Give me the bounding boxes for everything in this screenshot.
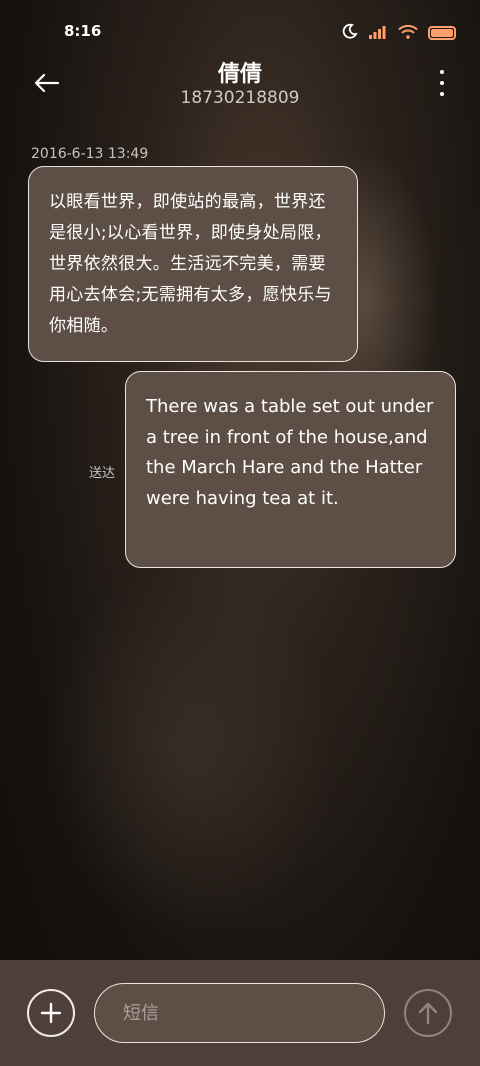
wifi-icon [398, 24, 418, 43]
status-icons [342, 23, 456, 43]
plus-icon [40, 1002, 62, 1024]
outgoing-message-bubble[interactable]: There was a table set out under a tree i… [125, 371, 456, 568]
send-arrow-up-icon [418, 1002, 438, 1025]
signal-icon [368, 24, 388, 43]
contact-name: 倩倩 [217, 62, 262, 87]
message-text: There was a table set out under a tree i… [146, 396, 434, 509]
incoming-message-bubble[interactable]: 以眼看世界，即使站的最高，世界还是很小;以心看世界，即使身处局限，世界依然很大。… [28, 166, 358, 362]
message-timestamp: 2016-6-13 13:49 [31, 146, 149, 162]
send-button[interactable] [404, 989, 452, 1037]
more-vertical-icon [440, 70, 444, 74]
message-input[interactable] [121, 984, 365, 1042]
background-highlight [40, 560, 340, 940]
add-attachment-button[interactable] [27, 989, 75, 1037]
battery-icon [428, 26, 456, 40]
conversation-header: 倩倩 18730218809 [0, 56, 480, 116]
composer-bar [0, 960, 480, 1066]
delivery-status: 送达 [89, 466, 116, 481]
status-time: 8:16 [64, 22, 102, 40]
more-options-button[interactable] [438, 70, 446, 96]
moon-icon [342, 23, 358, 43]
status-bar: 8:16 [0, 0, 480, 64]
message-input-container[interactable] [94, 983, 385, 1043]
contact-phone-number: 18730218809 [180, 88, 300, 108]
message-text: 以眼看世界，即使站的最高，世界还是很小;以心看世界，即使身处局限，世界依然很大。… [49, 192, 332, 336]
